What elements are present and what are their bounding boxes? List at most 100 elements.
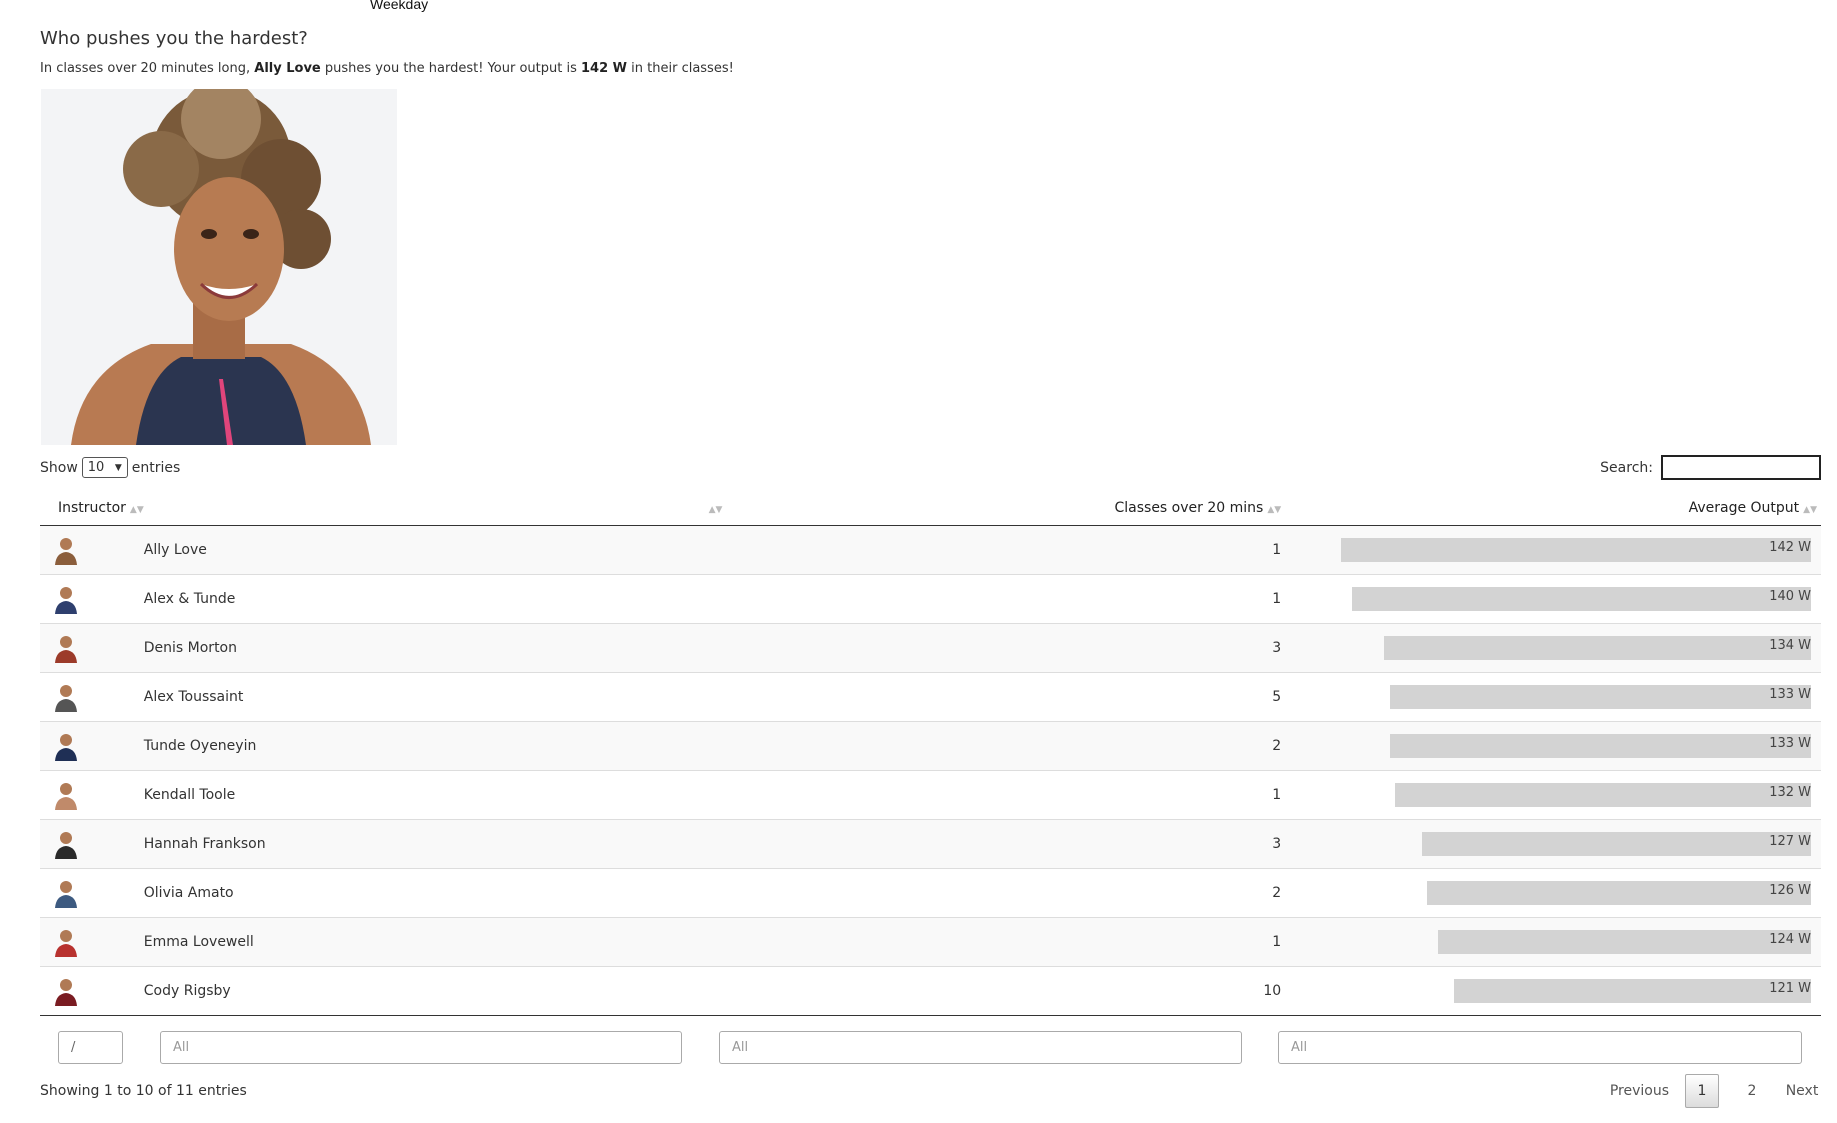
table-row: Denis Morton 3 134 W: [40, 623, 1821, 673]
column-header-label: Average Output: [1688, 499, 1800, 516]
avatar: [55, 979, 77, 1006]
classes-count: 3: [732, 819, 1292, 869]
sort-icon: ▲▼: [1267, 504, 1282, 515]
avatar: [55, 832, 77, 859]
instructor-name: Ally Love: [143, 525, 733, 575]
avatar: [55, 538, 77, 565]
table-row: Hannah Frankson 3 127 W: [40, 819, 1821, 869]
avatar-cell: [40, 917, 144, 967]
avatar: [55, 685, 77, 712]
avatar: [55, 734, 77, 761]
classes-count: 1: [732, 574, 1292, 624]
output-bar: [1422, 832, 1811, 856]
classes-count: 1: [732, 917, 1292, 967]
table-row: Emma Lovewell 1 124 W: [40, 917, 1821, 967]
output-label: 133 W: [1769, 687, 1811, 702]
chevron-down-icon: ▼: [114, 462, 122, 473]
output-label: 133 W: [1769, 736, 1811, 751]
average-output-cell: 121 W: [1291, 966, 1821, 1016]
average-output-cell: 126 W: [1291, 868, 1821, 918]
avatar-cell: [40, 868, 144, 918]
output-label: 121 W: [1769, 981, 1811, 996]
output-label: 142 W: [1769, 540, 1811, 555]
instructor-table: Instructor ▲▼ ▲▼ Classes over 20 mins ▲▼ A…: [40, 490, 1821, 1016]
page-size-select[interactable]: 10 ▼: [81, 457, 128, 478]
avatar-cell: [40, 770, 144, 820]
classes-count: 5: [732, 672, 1292, 722]
output-bar: [1390, 734, 1811, 758]
avatar: [55, 636, 77, 663]
output-label: 124 W: [1769, 932, 1811, 947]
top-output-value: 142 W: [581, 61, 628, 76]
average-output-cell: 142 W: [1291, 525, 1821, 575]
instructor-name: Hannah Frankson: [143, 819, 733, 869]
average-output-cell: 133 W: [1291, 672, 1821, 722]
output-bar: [1384, 636, 1811, 660]
classes-count: 10: [732, 966, 1292, 1016]
summary-prefix: In classes over 20 minutes long,: [40, 61, 251, 76]
instructor-name: Olivia Amato: [143, 868, 733, 918]
output-bar: [1390, 685, 1811, 709]
avatar: [55, 587, 77, 614]
sort-icon: ▲▼: [708, 504, 723, 515]
avatar-cell: [40, 672, 144, 722]
average-output-cell: 134 W: [1291, 623, 1821, 673]
column-header-label: Instructor: [58, 499, 126, 516]
search-control: Search:: [1600, 455, 1821, 480]
filter-input-classes[interactable]: All: [719, 1031, 1242, 1064]
table-row: Tunde Oyeneyin 2 133 W: [40, 721, 1821, 771]
table-row: Olivia Amato 2 126 W: [40, 868, 1821, 918]
output-label: 132 W: [1769, 785, 1811, 800]
output-label: 134 W: [1769, 638, 1811, 653]
output-label: 127 W: [1769, 834, 1811, 849]
top-instructor-name: Ally Love: [254, 61, 321, 76]
column-header-classes[interactable]: Classes over 20 mins ▲▼: [732, 490, 1292, 526]
filter-input-output[interactable]: All: [1278, 1031, 1802, 1064]
summary-text: In classes over 20 minutes long, Ally Lo…: [40, 61, 734, 76]
output-bar: [1454, 979, 1811, 1003]
classes-count: 2: [732, 868, 1292, 918]
avatar-cell: [40, 623, 144, 673]
instructor-name: Emma Lovewell: [143, 917, 733, 967]
output-label: 140 W: [1769, 589, 1811, 604]
column-header-label: Classes over 20 mins: [1114, 499, 1264, 516]
search-input[interactable]: [1661, 455, 1821, 480]
average-output-cell: 140 W: [1291, 574, 1821, 624]
avatar-cell: [40, 966, 144, 1016]
next-button[interactable]: Next: [1785, 1074, 1819, 1108]
column-header-instructor[interactable]: Instructor ▲▼: [40, 490, 144, 526]
classes-count: 2: [732, 721, 1292, 771]
average-output-cell: 132 W: [1291, 770, 1821, 820]
previous-button[interactable]: Previous: [1610, 1074, 1669, 1108]
filter-input-avatar[interactable]: /: [58, 1031, 123, 1064]
entries-label: entries: [131, 459, 181, 476]
summary-middle: pushes you the hardest! Your output is: [324, 61, 577, 76]
page-size-control: Show 10 ▼ entries: [40, 457, 180, 478]
output-bar: [1395, 783, 1811, 807]
show-label: Show: [40, 459, 78, 476]
table-info: Showing 1 to 10 of 11 entries: [40, 1083, 247, 1099]
filter-input-instructor[interactable]: All: [160, 1031, 682, 1064]
summary-suffix: in their classes!: [631, 61, 734, 76]
page-button-2[interactable]: 2: [1735, 1074, 1769, 1108]
average-output-cell: 124 W: [1291, 917, 1821, 967]
instructor-name: Denis Morton: [143, 623, 733, 673]
avatar-cell: [40, 721, 144, 771]
output-label: 126 W: [1769, 883, 1811, 898]
instructor-name: Cody Rigsby: [143, 966, 733, 1016]
output-bar: [1341, 538, 1811, 562]
output-bar: [1427, 881, 1811, 905]
table-row: Kendall Toole 1 132 W: [40, 770, 1821, 820]
pagination: Previous 1 2 Next: [1610, 1074, 1819, 1108]
page-button-1[interactable]: 1: [1685, 1074, 1719, 1108]
instructor-photo: [41, 89, 397, 445]
tab-weekday[interactable]: Weekday: [370, 0, 428, 12]
instructor-name: Alex & Tunde: [143, 574, 733, 624]
page-title: Who pushes you the hardest?: [40, 28, 308, 49]
column-header-average-output[interactable]: Average Output ▲▼: [1291, 490, 1821, 526]
column-header-name[interactable]: ▲▼: [143, 490, 733, 526]
sort-icon: ▲▼: [129, 504, 144, 515]
classes-count: 1: [732, 525, 1292, 575]
page-size-value: 10: [87, 460, 105, 475]
table-row: Ally Love 1 142 W: [40, 525, 1821, 575]
